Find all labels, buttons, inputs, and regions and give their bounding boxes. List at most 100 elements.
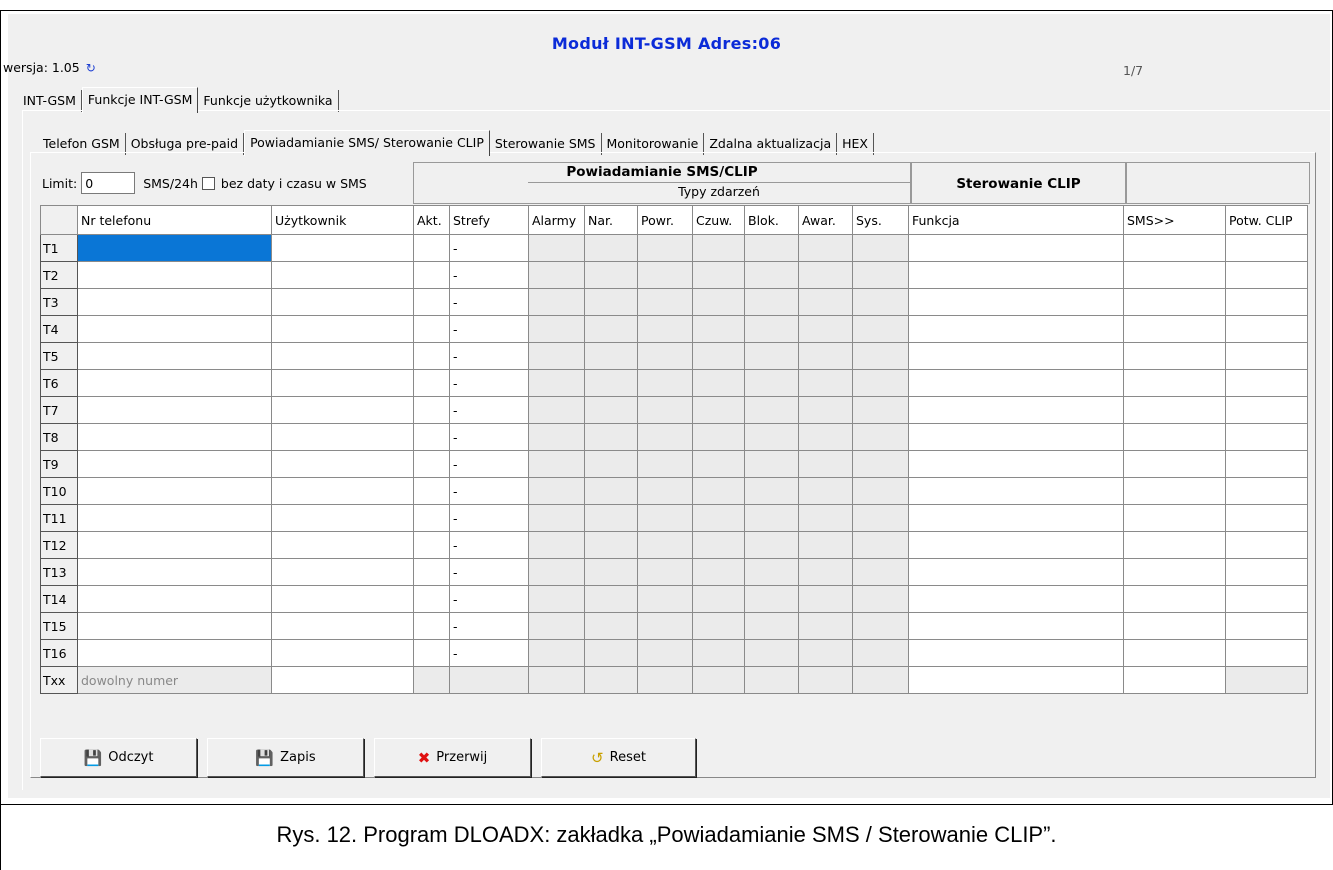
function-cell[interactable] [908, 342, 1124, 370]
sms-forward-cell[interactable] [1123, 423, 1226, 451]
trouble-cell[interactable] [798, 288, 853, 316]
zones-cell[interactable]: - [449, 612, 529, 640]
trouble-cell[interactable] [798, 612, 853, 640]
user-cell[interactable] [271, 396, 414, 424]
clip-confirm-cell[interactable] [1225, 450, 1308, 478]
restore-cell[interactable] [637, 396, 693, 424]
trouble-cell[interactable] [798, 261, 853, 289]
table-row[interactable]: T2 - [40, 261, 1308, 289]
restore-cell[interactable] [637, 666, 693, 694]
system-cell[interactable] [852, 477, 909, 505]
sms-forward-cell[interactable] [1123, 612, 1226, 640]
arm-cell[interactable] [692, 369, 745, 397]
active-cell[interactable] [413, 666, 450, 694]
table-row[interactable]: T1 - [40, 234, 1308, 262]
phone-number-cell[interactable] [77, 261, 272, 289]
clip-confirm-cell[interactable] [1225, 477, 1308, 505]
function-cell[interactable] [908, 450, 1124, 478]
any-number-row[interactable]: Txx dowolny numer [40, 666, 1308, 694]
alarms-cell[interactable] [528, 342, 585, 370]
alarms-cell[interactable] [528, 288, 585, 316]
active-cell[interactable] [413, 288, 450, 316]
function-cell[interactable] [908, 369, 1124, 397]
function-cell[interactable] [908, 396, 1124, 424]
row-header[interactable]: T16 [40, 639, 78, 667]
tamper-cell[interactable] [584, 288, 638, 316]
tamper-cell[interactable] [584, 315, 638, 343]
tamper-cell[interactable] [584, 531, 638, 559]
active-cell[interactable] [413, 234, 450, 262]
sms-forward-cell[interactable] [1123, 369, 1226, 397]
block-cell[interactable] [744, 612, 799, 640]
clip-confirm-cell[interactable] [1225, 369, 1308, 397]
user-cell[interactable] [271, 261, 414, 289]
alarms-cell[interactable] [528, 315, 585, 343]
table-row[interactable]: T16 - [40, 639, 1308, 667]
restore-cell[interactable] [637, 585, 693, 613]
system-cell[interactable] [852, 342, 909, 370]
block-cell[interactable] [744, 504, 799, 532]
sms-forward-cell[interactable] [1123, 288, 1226, 316]
system-cell[interactable] [852, 423, 909, 451]
block-cell[interactable] [744, 288, 799, 316]
block-cell[interactable] [744, 261, 799, 289]
arm-cell[interactable] [692, 342, 745, 370]
active-cell[interactable] [413, 504, 450, 532]
user-cell[interactable] [271, 504, 414, 532]
trouble-cell[interactable] [798, 369, 853, 397]
row-header[interactable]: T14 [40, 585, 78, 613]
alarms-cell[interactable] [528, 396, 585, 424]
arm-cell[interactable] [692, 666, 745, 694]
system-cell[interactable] [852, 666, 909, 694]
refresh-icon[interactable]: ↻ [86, 61, 96, 75]
active-cell[interactable] [413, 531, 450, 559]
user-cell[interactable] [271, 450, 414, 478]
active-cell[interactable] [413, 261, 450, 289]
function-cell[interactable] [908, 666, 1124, 694]
arm-cell[interactable] [692, 450, 745, 478]
zones-cell[interactable]: - [449, 234, 529, 262]
zones-cell[interactable]: - [449, 531, 529, 559]
system-cell[interactable] [852, 531, 909, 559]
trouble-cell[interactable] [798, 342, 853, 370]
table-row[interactable]: T13 - [40, 558, 1308, 586]
function-cell[interactable] [908, 234, 1124, 262]
phone-number-cell[interactable] [77, 288, 272, 316]
trouble-cell[interactable] [798, 423, 853, 451]
active-cell[interactable] [413, 342, 450, 370]
system-cell[interactable] [852, 585, 909, 613]
read-button[interactable]: 💾 Odczyt [40, 738, 197, 777]
tamper-cell[interactable] [584, 423, 638, 451]
sms-forward-cell[interactable] [1123, 531, 1226, 559]
phone-number-cell[interactable] [77, 585, 272, 613]
table-row[interactable]: T11 - [40, 504, 1308, 532]
zones-cell[interactable]: - [449, 342, 529, 370]
table-row[interactable]: T7 - [40, 396, 1308, 424]
zones-cell[interactable]: - [449, 558, 529, 586]
alarms-cell[interactable] [528, 585, 585, 613]
restore-cell[interactable] [637, 639, 693, 667]
clip-confirm-cell[interactable] [1225, 342, 1308, 370]
user-cell[interactable] [271, 234, 414, 262]
function-cell[interactable] [908, 558, 1124, 586]
cancel-button[interactable]: ✖ Przerwij [374, 738, 531, 777]
function-cell[interactable] [908, 261, 1124, 289]
system-cell[interactable] [852, 450, 909, 478]
clip-confirm-cell[interactable] [1225, 531, 1308, 559]
sms-forward-cell[interactable] [1123, 450, 1226, 478]
restore-cell[interactable] [637, 288, 693, 316]
trouble-cell[interactable] [798, 504, 853, 532]
tamper-cell[interactable] [584, 477, 638, 505]
clip-confirm-cell[interactable] [1225, 288, 1308, 316]
alarms-cell[interactable] [528, 261, 585, 289]
system-cell[interactable] [852, 396, 909, 424]
phone-number-cell[interactable] [77, 396, 272, 424]
restore-cell[interactable] [637, 504, 693, 532]
alarms-cell[interactable] [528, 666, 585, 694]
active-cell[interactable] [413, 477, 450, 505]
trouble-cell[interactable] [798, 666, 853, 694]
sms-forward-cell[interactable] [1123, 585, 1226, 613]
zones-cell[interactable]: - [449, 639, 529, 667]
table-row[interactable]: T8 - [40, 423, 1308, 451]
active-cell[interactable] [413, 369, 450, 397]
